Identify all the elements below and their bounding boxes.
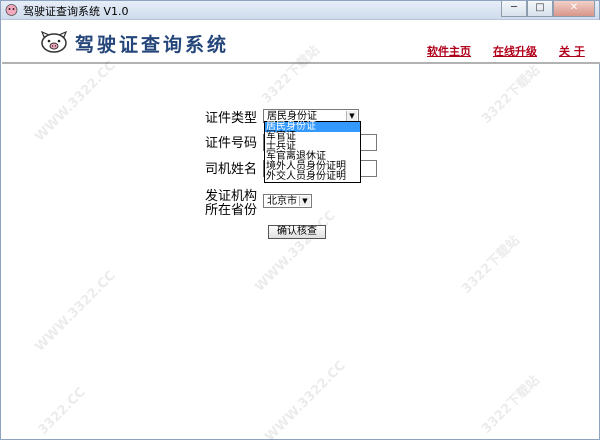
watermark: 3322下载站 — [479, 63, 543, 127]
watermark: WWW.3322.CC — [262, 358, 349, 445]
confirm-check-button[interactable]: 确认核查 — [268, 225, 326, 239]
window-controls: ─ □ ✕ — [501, 1, 595, 17]
pig-face-logo-icon — [40, 31, 68, 53]
software-home-link[interactable]: 软件主页 — [427, 43, 471, 59]
chevron-down-icon[interactable]: ▼ — [299, 196, 310, 206]
id-type-option[interactable]: 外交人员身份证明 — [265, 172, 360, 182]
app-window: 驾驶证查询系统 V1.0 ─ □ ✕ 驾驶证查询系统 软件主页 在线升级 关 于… — [0, 0, 600, 445]
close-button[interactable]: ✕ — [553, 1, 595, 17]
app-header: 驾驶证查询系统 软件主页 在线升级 关 于 — [2, 20, 600, 62]
watermark: WWW.3322.CC — [32, 58, 119, 145]
app-logo-icon — [5, 4, 18, 16]
watermark: 3322下载站 — [479, 373, 543, 437]
id-number-label: 证件号码 — [205, 136, 258, 151]
watermark: 3322.CC — [35, 384, 89, 439]
province-select[interactable]: 北京市 ▼ — [263, 194, 312, 208]
province-selected-value: 北京市 — [267, 196, 297, 207]
app-name: 驾驶证查询系统 — [75, 34, 230, 56]
id-type-dropdown-list[interactable]: 居民身份证 军官证 士兵证 军官离退休证 境外人员身份证明 外交人员身份证明 — [264, 121, 361, 183]
online-upgrade-link[interactable]: 在线升级 — [493, 43, 537, 59]
issuer-label-line2: 所在省份 — [205, 203, 258, 218]
window-title: 驾驶证查询系统 V1.0 — [23, 5, 129, 18]
title-bar[interactable]: 驾驶证查询系统 V1.0 ─ □ ✕ — [1, 1, 599, 20]
minimize-button[interactable]: ─ — [501, 1, 527, 17]
about-link[interactable]: 关 于 — [559, 43, 585, 59]
watermark: WWW.3322.CC — [32, 268, 119, 355]
chevron-down-icon[interactable]: ▼ — [346, 111, 357, 121]
id-type-label: 证件类型 — [205, 111, 258, 126]
watermark: 3322下载站 — [459, 233, 523, 297]
maximize-button[interactable]: □ — [527, 1, 553, 17]
watermark: WWW.3322.CC — [252, 208, 339, 295]
driver-name-label: 司机姓名 — [205, 162, 258, 177]
